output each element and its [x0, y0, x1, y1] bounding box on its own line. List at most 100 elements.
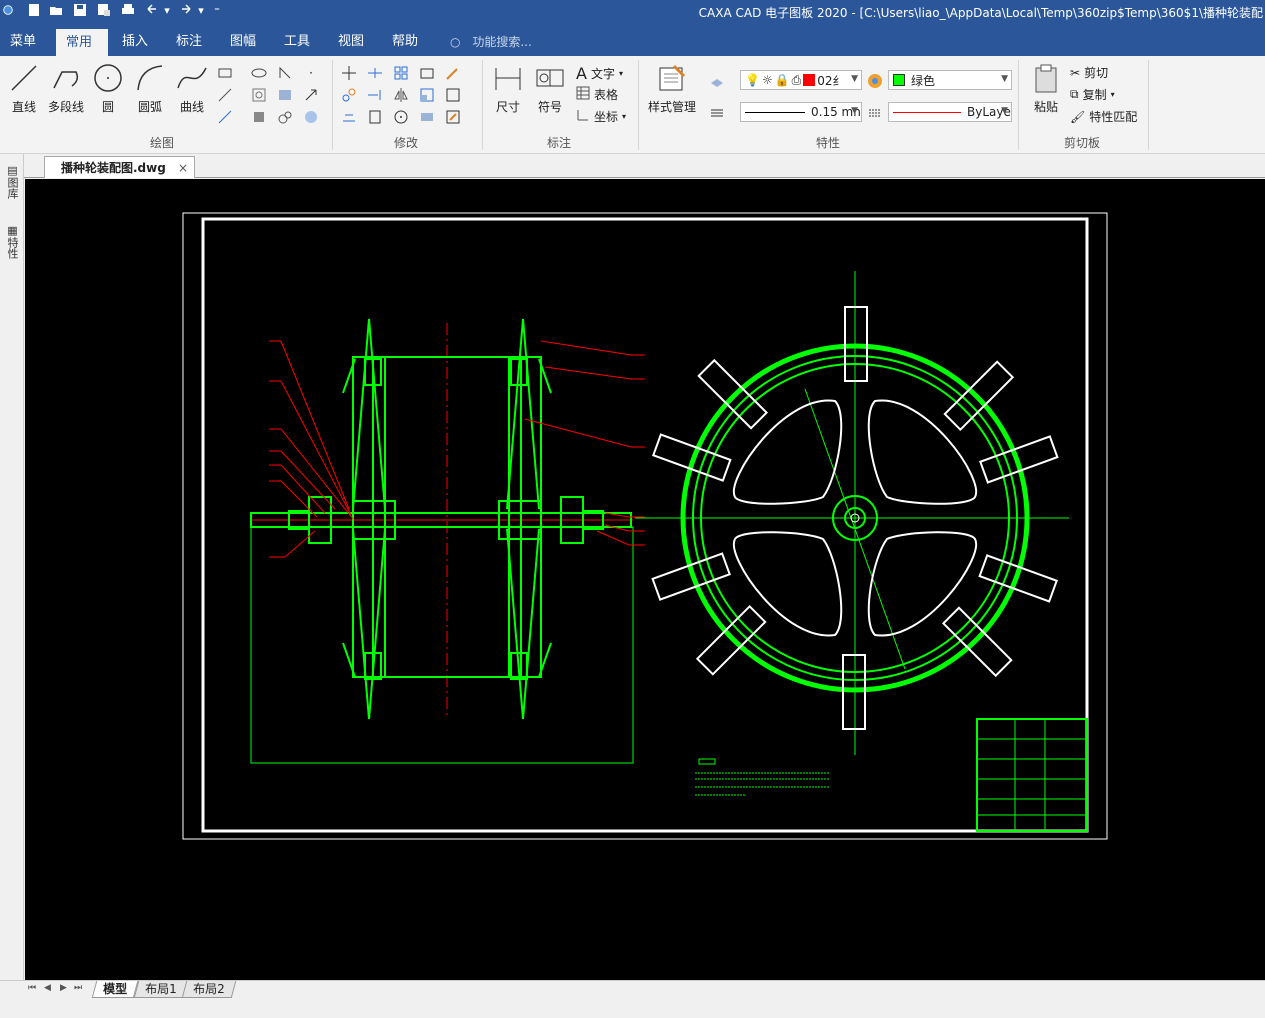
feature-search[interactable]: ○ 功能搜索...	[450, 28, 532, 56]
trim-icon[interactable]	[366, 64, 384, 82]
tab-frame[interactable]: 图幅	[220, 28, 266, 56]
point-icon[interactable]: ·	[302, 64, 320, 82]
revision-cloud-icon[interactable]	[302, 108, 320, 126]
copy-entity-icon[interactable]	[340, 86, 358, 104]
chamfer-icon[interactable]	[418, 108, 436, 126]
new-file-icon[interactable]	[26, 2, 42, 18]
layer-select[interactable]: 💡 ☼ 🔒 ⎙ 02纟 ▼	[740, 70, 862, 90]
side-item-properties[interactable]: ▦特性	[4, 224, 20, 259]
linewidth-icon[interactable]	[708, 104, 726, 122]
app-icon[interactable]	[2, 2, 14, 18]
move-icon[interactable]	[340, 64, 358, 82]
ribbon: 直线 多段线 圆 圆弧 曲线 · 绘图 修改 尺寸 符号 A 文字 ▾ 表格 坐…	[0, 56, 1265, 154]
undo-icon[interactable]	[144, 2, 160, 18]
tab-tools[interactable]: 工具	[274, 28, 320, 56]
document-tab[interactable]: 播种轮装配图.dwg ×	[44, 156, 196, 178]
centerline-icon[interactable]	[216, 108, 234, 126]
tab-insert[interactable]: 插入	[112, 28, 158, 56]
copy-icon: ⧉	[1070, 87, 1079, 101]
brush-icon: 🖌	[1070, 109, 1086, 124]
explode-icon[interactable]	[444, 64, 462, 82]
layout-tab-layout2[interactable]: 布局2	[181, 981, 236, 998]
arrow-icon[interactable]	[302, 86, 320, 104]
redo-icon[interactable]	[178, 2, 194, 18]
separator	[638, 60, 639, 150]
scale-icon[interactable]	[418, 86, 436, 104]
tab-menu[interactable]: 菜单	[0, 28, 46, 56]
next-layout-icon[interactable]: ▶	[60, 983, 67, 993]
offset-icon[interactable]	[340, 108, 358, 126]
tab-annotate[interactable]: 标注	[166, 28, 212, 56]
ellipse-icon[interactable]	[250, 64, 268, 82]
spline-icon[interactable]	[276, 108, 294, 126]
table-icon	[576, 86, 590, 103]
edit-icon[interactable]	[444, 108, 462, 126]
symbol-button[interactable]: 符号	[528, 60, 572, 115]
polyline-button[interactable]: 多段线	[44, 60, 88, 115]
linewidth-select[interactable]: 0.15 mn ▼	[740, 102, 862, 122]
lock-icon: 🔒	[774, 73, 790, 87]
tab-common[interactable]: 常用	[56, 28, 108, 56]
text-icon: A	[576, 64, 587, 83]
save-icon[interactable]	[72, 2, 88, 18]
layout-tab-layout1[interactable]: 布局1	[133, 981, 188, 998]
line-button[interactable]: 直线	[2, 60, 46, 115]
first-layout-icon[interactable]: ⏮	[28, 983, 36, 993]
color-select[interactable]: 绿色 ▼	[888, 70, 1012, 90]
extend-icon[interactable]	[366, 86, 384, 104]
curve-button[interactable]: 曲线	[170, 60, 214, 115]
stretch-icon[interactable]	[418, 64, 436, 82]
rectangle-icon[interactable]	[216, 64, 234, 82]
color-name: 绿色	[911, 73, 936, 88]
undo-dropdown-icon[interactable]: ▾	[162, 2, 172, 18]
drawing-canvas[interactable]	[25, 179, 1265, 980]
library-icon: ▤	[6, 164, 19, 177]
redo-dropdown-icon[interactable]: ▾	[196, 2, 206, 18]
last-layout-icon[interactable]: ⏭	[74, 983, 82, 993]
tab-help[interactable]: 帮助	[382, 28, 428, 56]
cut-button[interactable]: ✂ 剪切	[1070, 64, 1108, 81]
rotate-icon[interactable]	[392, 108, 410, 126]
mirror-icon[interactable]	[392, 86, 410, 104]
layout-tab-bar: ⏮ ◀ ▶ ⏭ 模型 布局1 布局2	[0, 980, 1265, 998]
paste-button[interactable]: 粘贴	[1024, 60, 1068, 115]
table-button[interactable]: 表格	[576, 86, 618, 103]
line-icon	[2, 60, 46, 96]
print-icon[interactable]	[120, 2, 136, 18]
linetype-icon[interactable]	[866, 104, 884, 122]
clipboard-group-label: 剪切板	[1064, 136, 1101, 150]
chevron-down-icon: ▼	[1001, 74, 1008, 84]
block-icon[interactable]	[250, 86, 268, 104]
tab-view[interactable]: 视图	[328, 28, 374, 56]
prev-layout-icon[interactable]: ◀	[44, 983, 51, 993]
open-folder-icon[interactable]	[48, 2, 64, 18]
layout-tab-model[interactable]: 模型	[91, 981, 139, 998]
save-as-icon[interactable]	[96, 2, 112, 18]
style-manager-button[interactable]: 样式管理	[644, 60, 700, 115]
match-properties-button[interactable]: 🖌 特性匹配	[1070, 108, 1137, 125]
customize-toolbar-icon[interactable]: ⁼	[212, 2, 222, 18]
dimension-button[interactable]: 尺寸	[486, 60, 530, 115]
image-icon[interactable]	[276, 86, 294, 104]
copy-button[interactable]: ⧉ 复制 ▾	[1070, 86, 1115, 103]
linetype-select[interactable]: ByLaye ▼	[888, 102, 1012, 122]
coordinate-button[interactable]: 坐标 ▾	[576, 108, 626, 125]
side-item-library[interactable]: ▤图库	[4, 164, 20, 199]
break-icon[interactable]	[366, 108, 384, 126]
frame-select-icon[interactable]	[444, 86, 462, 104]
hatch-icon[interactable]	[216, 86, 234, 104]
circle-button[interactable]: 圆	[86, 60, 130, 115]
side-panel: ▤图库 ▦特性	[0, 154, 24, 1018]
close-icon[interactable]: ×	[178, 161, 188, 175]
drawing	[182, 212, 1108, 840]
corner-icon[interactable]	[276, 64, 294, 82]
array-icon[interactable]	[392, 64, 410, 82]
title-bar: ▾ ▾ ⁼ CAXA CAD 电子图板 2020 - [C:\Users\lia…	[0, 0, 1265, 28]
properties-group-label: 特性	[816, 136, 841, 150]
arc-button[interactable]: 圆弧	[128, 60, 172, 115]
text-button[interactable]: A 文字 ▾	[576, 64, 623, 83]
sheet-inner-border	[201, 217, 1089, 833]
layer-manager-icon[interactable]	[708, 72, 726, 90]
solid-fill-icon[interactable]	[250, 108, 268, 126]
color-wheel-icon[interactable]	[866, 72, 884, 90]
